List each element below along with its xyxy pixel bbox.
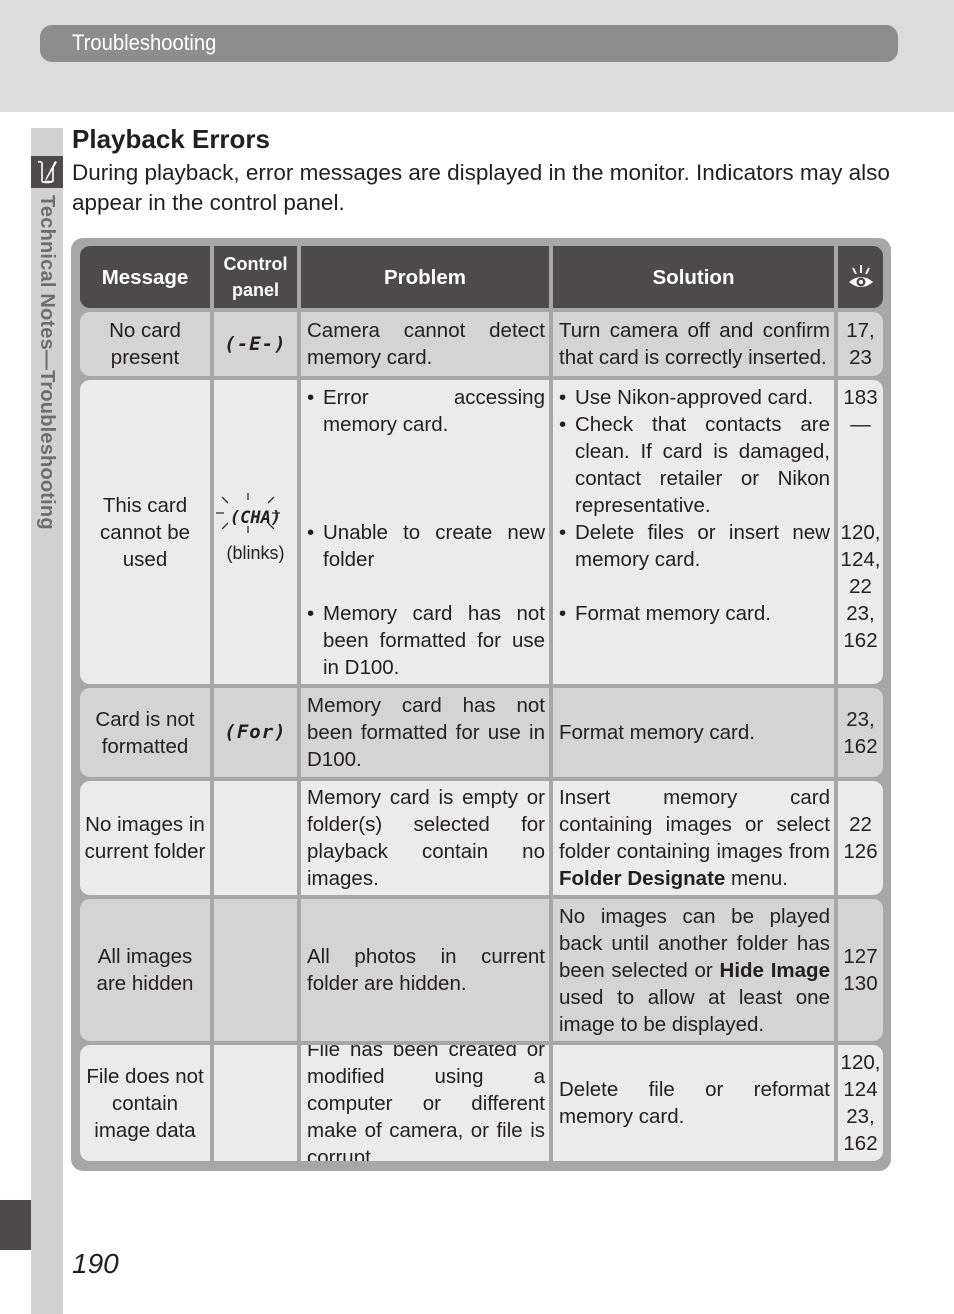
header-page-ref (834, 246, 883, 308)
solution-item: Use Nikon-approved card. (559, 384, 830, 411)
control-panel-cell: (For) (210, 688, 297, 777)
table-row: Card is not formatted (For) Memory card … (80, 688, 883, 777)
table-row: File does not contain image data File ha… (80, 1045, 883, 1161)
table-header-row: Message Control panel Problem Solution (80, 246, 883, 308)
thumb-index-tab (0, 1200, 31, 1250)
table-row: All images are hidden All photos in curr… (80, 899, 883, 1041)
page-ref-cell: 22 126 (834, 781, 883, 895)
control-panel-cell: (-E-) (210, 312, 297, 376)
problem-cell: Memory card has not been formatted for u… (297, 688, 549, 777)
solution-cell: No images can be played back until anoth… (549, 899, 834, 1041)
problem-cell: File has been created or modified using … (297, 1045, 549, 1161)
table-row: No card present (-E-) Camera cannot dete… (80, 312, 883, 376)
message-cell: This card cannot be used (80, 380, 210, 684)
menu-name: Hide Image (719, 958, 830, 982)
problem-item: Unable to create new folder (307, 519, 545, 573)
message-cell: All images are hidden (80, 899, 210, 1041)
lcd-indicator-blinking: (CHA) (215, 493, 291, 540)
eye-icon (848, 265, 873, 287)
page-number: 190 (72, 1248, 119, 1279)
blinks-note: (blinks) (226, 543, 285, 563)
menu-name: Folder Designate (559, 867, 726, 890)
page-ref-cell: 120, 124 23, 162 (834, 1045, 883, 1161)
header-message: Message (80, 246, 210, 308)
section-title: Troubleshooting (72, 30, 217, 55)
header-solution: Solution (549, 246, 834, 308)
solution-cell: Use Nikon-approved card. Check that cont… (549, 380, 834, 684)
message-cell: File does not contain image data (80, 1045, 210, 1161)
message-cell: No card present (80, 312, 210, 376)
control-panel-cell (210, 781, 297, 895)
page-ref-cell: 183 — 120, 124, 22 23, 162 (834, 380, 883, 684)
page-ref-cell: 17, 23 (834, 312, 883, 376)
page-ref-cell: 127 130 (834, 899, 883, 1041)
problem-cell: Camera cannot detect memory card. (297, 312, 549, 376)
blink-rays-icon (215, 493, 280, 533)
problem-item: Memory card has not been formatted for u… (307, 600, 545, 681)
intro-text: During playback, error messages are disp… (72, 160, 890, 215)
error-table: Message Control panel Problem Solution No… (80, 246, 883, 1165)
problem-cell: Memory card is empty or folder(s) select… (297, 781, 549, 895)
page-ref-cell: 23, 162 (834, 688, 883, 777)
header-problem: Problem (297, 246, 549, 308)
section-header-bar: Troubleshooting (40, 25, 898, 62)
control-panel-cell (210, 1045, 297, 1161)
table-row: No images in current folder Memory card … (80, 781, 883, 895)
solution-cell: Turn camera off and confirm that card is… (549, 312, 834, 376)
solution-item: Format memory card. (559, 600, 830, 627)
lcd-indicator: (-E-) (224, 332, 287, 355)
solution-cell: Insert memory card containing images or … (549, 781, 834, 895)
header-control-panel: Control panel (210, 246, 297, 308)
solution-cell: Delete file or reformat memory card. (549, 1045, 834, 1161)
solution-cell: Format memory card. (549, 688, 834, 777)
control-panel-cell: (CHA) (blinks) (210, 380, 297, 684)
solution-item: Check that contacts are clean. If card i… (559, 411, 830, 519)
side-chapter-label: Technical Notes—Troubleshooting (36, 195, 58, 530)
problem-item: Error accessing memory card. (307, 384, 545, 438)
solution-item: Delete files or insert new memory card. (559, 519, 830, 573)
lcd-indicator: (For) (224, 721, 287, 743)
message-cell: Card is not formatted (80, 688, 210, 777)
problem-cell: Error accessing memory card. Unable to c… (297, 380, 549, 684)
control-panel-cell (210, 899, 297, 1041)
pen-note-icon (31, 156, 63, 188)
message-cell: No images in current folder (80, 781, 210, 895)
page-title: Playback Errors (72, 124, 271, 154)
table-row: This card cannot be used (CHA) (blinks) … (80, 380, 883, 684)
problem-cell: All photos in current folder are hidden. (297, 899, 549, 1041)
